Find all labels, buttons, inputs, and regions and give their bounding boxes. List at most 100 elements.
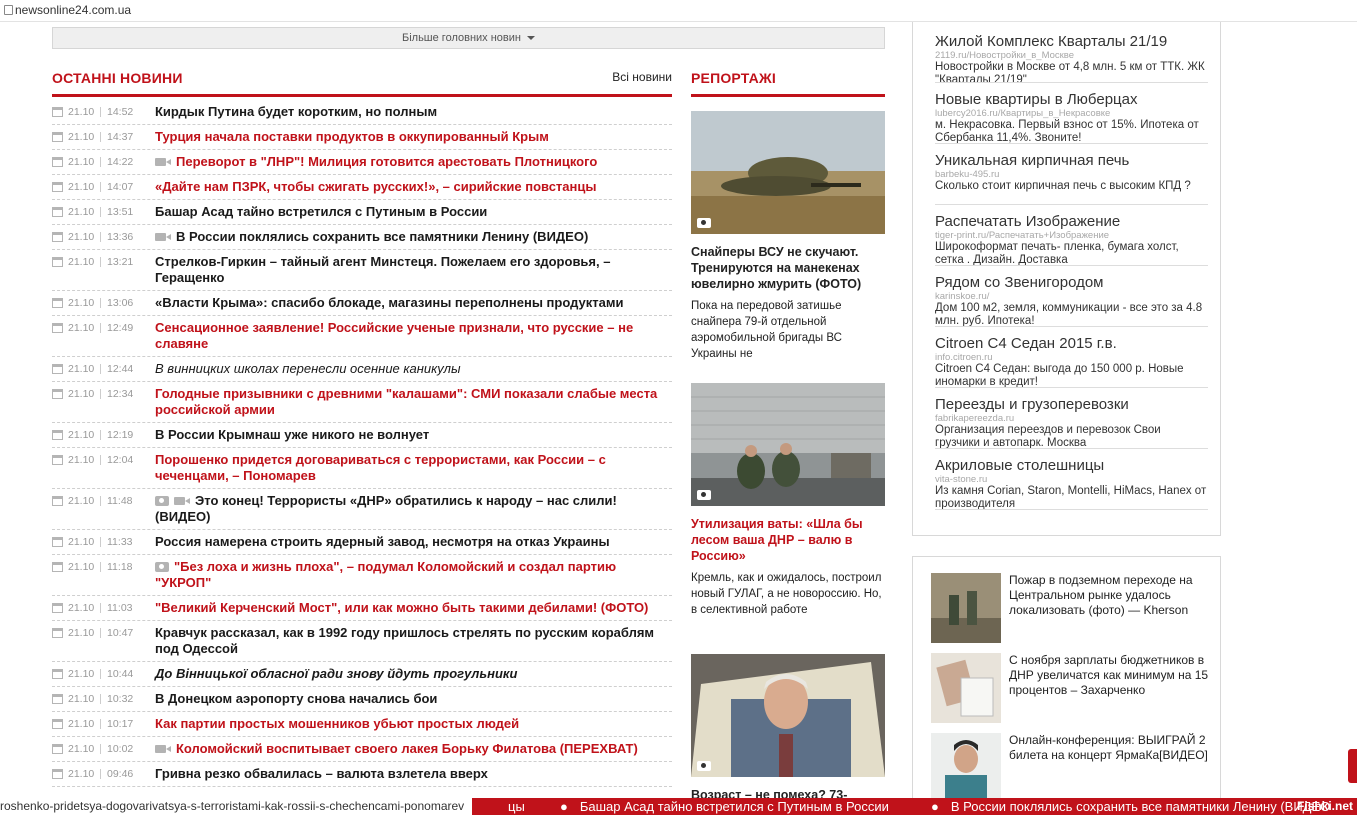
news-title-link[interactable]: Коломойский воспитывает своего лакея Бор… (155, 741, 672, 757)
news-title-link[interactable]: Переворот в "ЛНР"! Милиция готовится аре… (155, 154, 672, 170)
report-title[interactable]: Снайперы ВСУ не скучают. Тренируются на … (691, 244, 885, 292)
news-meta: 21.10 13:21 (52, 254, 155, 268)
news-title-text: Турция начала поставки продуктов в оккуп… (155, 129, 549, 144)
report-card[interactable]: Утилизация ваты: «Шла бы лесом ваша ДНР … (691, 383, 885, 618)
news-title-link[interactable]: Кирдык Путина будет коротким, но полным (155, 104, 672, 120)
news-row[interactable]: 21.10 12:44 В винницких школах перенесли о… (52, 357, 672, 382)
ad-item[interactable]: Жилой Комплекс Кварталы 21/19 2119.ru/Нов… (935, 22, 1208, 83)
news-title-link[interactable]: Как партии простых мошенников убьют прос… (155, 716, 672, 732)
news-row[interactable]: 21.10 14:37 Турция начала поставки продукт… (52, 125, 672, 150)
news-row[interactable]: 21.10 12:04 Порошенко придется договариват… (52, 448, 672, 489)
news-title-link[interactable]: Россия намерена строить ядерный завод, н… (155, 534, 672, 550)
ad-url[interactable]: tiger-print.ru/Распечатать+Изображение (935, 230, 1208, 241)
news-row[interactable]: 21.10 10:44 До Вінницької обласної ради зн… (52, 662, 672, 687)
related-title[interactable]: Онлайн-конференция: ВЫИГРАЙ 2 билета на … (1009, 733, 1211, 803)
related-thumbnail[interactable] (931, 733, 1001, 803)
news-time: 10:17 (107, 718, 134, 730)
related-item[interactable]: С ноября зарплаты бюджетников в ДНР увел… (931, 653, 1211, 723)
news-row[interactable]: 21.10 13:06 «Власти Крыма»: спасибо блокад… (52, 291, 672, 316)
news-title-link[interactable]: Сенсационное заявление! Российские учены… (155, 320, 672, 352)
news-title-link[interactable]: "Без лоха и жизнь плоха", – подумал Коло… (155, 559, 672, 591)
related-title[interactable]: Пожар в подземном переходе на Центрально… (1009, 573, 1211, 643)
report-photo-basement[interactable] (691, 383, 885, 506)
news-title-link[interactable]: Это конец! Террористы «ДНР» обратились к… (155, 493, 672, 525)
news-title-link[interactable]: В России поклялись сохранить все памятни… (155, 229, 672, 245)
ad-url[interactable]: info.citroen.ru (935, 352, 1208, 363)
ad-item[interactable]: Акриловые столешницы vita-stone.ru Из камн… (935, 449, 1208, 510)
news-title-link[interactable]: В России Крымнаш уже никого не волнует (155, 427, 672, 443)
report-title[interactable]: Утилизация ваты: «Шла бы лесом ваша ДНР … (691, 516, 885, 564)
side-tab[interactable] (1348, 749, 1357, 783)
ad-url[interactable]: barbeku-495.ru (935, 169, 1208, 180)
news-row[interactable]: 21.10 11:48 Это конец! Террористы «ДНР» об… (52, 489, 672, 530)
ad-url[interactable]: 2119.ru/Новостройки_в_Москве (935, 50, 1208, 61)
ticker-item[interactable]: цы (508, 798, 525, 815)
news-title-link[interactable]: «Власти Крыма»: спасибо блокаде, магазин… (155, 295, 672, 311)
news-row[interactable]: 21.10 11:33 Россия намерена строить ядерны… (52, 530, 672, 555)
related-item[interactable]: Онлайн-конференция: ВЫИГРАЙ 2 билета на … (931, 733, 1211, 803)
news-title-link[interactable]: Голодные призывники с древними "калашами… (155, 386, 672, 418)
news-row[interactable]: 21.10 14:07 «Дайте нам ПЗРК, чтобы сжигать… (52, 175, 672, 200)
ad-url[interactable]: lubercy2016.ru/Квартиры_в_Некрасовке (935, 108, 1208, 119)
news-ticker[interactable]: цы ● Башар Асад тайно встретился с Путины… (0, 798, 1357, 815)
news-title-link[interactable]: Порошенко придется договариваться с терр… (155, 452, 672, 484)
news-title-link[interactable]: Башар Асад тайно встретился с Путиным в … (155, 204, 672, 220)
news-row[interactable]: 21.10 11:03 "Великий Керченский Мост", или… (52, 596, 672, 621)
news-row[interactable]: 21.10 10:02 Коломойский воспитывает своего… (52, 737, 672, 762)
ad-item[interactable]: Уникальная кирпичная печь barbeku-495.ru С… (935, 144, 1208, 205)
address-bar[interactable]: newsonline24.com.ua (0, 0, 1357, 22)
ad-item[interactable]: Переезды и грузоперевозки fabrikapereezda… (935, 388, 1208, 449)
all-news-link[interactable]: Всі новини (600, 70, 672, 84)
ad-url[interactable]: vita-stone.ru (935, 474, 1208, 485)
ad-item[interactable]: Citroen C4 Седан 2015 г.в. info.citroen.r… (935, 327, 1208, 388)
news-title-link[interactable]: Гривна резко обвалилась – валюта взлетел… (155, 766, 672, 782)
ticker-item[interactable]: ● Башар Асад тайно встретился с Путиным в… (560, 798, 889, 815)
news-row[interactable]: 21.10 11:18 "Без лоха и жизнь плоха", – по… (52, 555, 672, 596)
news-row[interactable]: 21.10 13:36 В России поклялись сохранить в… (52, 225, 672, 250)
news-row[interactable]: 21.10 09:46 Гривна резко обвалилась – валю… (52, 762, 672, 787)
news-row[interactable]: 21.10 12:19 В России Крымнаш уже никого не… (52, 423, 672, 448)
news-row[interactable]: 21.10 13:51 Башар Асад тайно встретился с … (52, 200, 672, 225)
report-card[interactable]: Снайперы ВСУ не скучают. Тренируются на … (691, 111, 885, 362)
news-title-link[interactable]: В Донецком аэропорту снова начались бои (155, 691, 672, 707)
news-date: 21.10 (68, 106, 95, 118)
news-title-link[interactable]: "Великий Керченский Мост", или как можно… (155, 600, 672, 616)
news-title-link[interactable]: Стрелков-Гиркин – тайный агент Минстеця.… (155, 254, 672, 286)
ad-url[interactable]: karinskoe.ru/ (935, 291, 1208, 302)
ad-title[interactable]: Рядом со Звенигородом (935, 274, 1208, 291)
ticker-item[interactable]: ● В России поклялись сохранить все памятн… (931, 798, 1330, 815)
news-row[interactable]: 21.10 12:49 Сенсационное заявление! Россий… (52, 316, 672, 357)
news-row[interactable]: 21.10 10:32 В Донецком аэропорту снова нач… (52, 687, 672, 712)
news-title-link[interactable]: До Вінницької обласної ради знову йдуть … (155, 666, 672, 682)
ad-title[interactable]: Жилой Комплекс Кварталы 21/19 (935, 33, 1208, 50)
ad-title[interactable]: Уникальная кирпичная печь (935, 152, 1208, 169)
news-title-link[interactable]: «Дайте нам ПЗРК, чтобы сжигать русских!»… (155, 179, 672, 195)
news-row[interactable]: 21.10 10:47 Кравчук рассказал, как в 1992 … (52, 621, 672, 662)
news-row[interactable]: 21.10 13:21 Стрелков-Гиркин – тайный агент… (52, 250, 672, 291)
report-photo-snipers[interactable] (691, 111, 885, 234)
news-row[interactable]: 21.10 14:52 Кирдык Путина будет коротким, … (52, 100, 672, 125)
news-row[interactable]: 21.10 14:22 Переворот в "ЛНР"! Милиция гот… (52, 150, 672, 175)
report-photo-portrait[interactable] (691, 654, 885, 777)
ad-title[interactable]: Новые квартиры в Люберцах (935, 91, 1208, 108)
ad-item[interactable]: Рядом со Звенигородом karinskoe.ru/Дом 10… (935, 266, 1208, 327)
ad-item[interactable]: Распечатать Изображение tiger-print.ru/Ра… (935, 205, 1208, 266)
news-row[interactable]: 21.10 12:34 Голодные призывники с древними… (52, 382, 672, 423)
ad-title[interactable]: Акриловые столешницы (935, 457, 1208, 474)
news-title-link[interactable]: Кравчук рассказал, как в 1992 году пришл… (155, 625, 672, 657)
news-title-link[interactable]: В винницких школах перенесли осенние кан… (155, 361, 672, 377)
related-title[interactable]: С ноября зарплаты бюджетников в ДНР увел… (1009, 653, 1211, 723)
report-card[interactable]: Возраст – не помеха? 73- (691, 654, 885, 803)
ad-title[interactable]: Переезды и грузоперевозки (935, 396, 1208, 413)
ad-item[interactable]: Новые квартиры в Люберцах lubercy2016.ru/… (935, 83, 1208, 144)
ad-title[interactable]: Citroen C4 Седан 2015 г.в. (935, 335, 1208, 352)
ad-url[interactable]: fabrikapereezda.ru (935, 413, 1208, 424)
related-item[interactable]: Пожар в подземном переходе на Центрально… (931, 573, 1211, 643)
news-title-link[interactable]: Турция начала поставки продуктов в оккуп… (155, 129, 672, 145)
news-row[interactable]: 21.10 10:17 Как партии простых мошенников … (52, 712, 672, 737)
more-headlines-button[interactable]: Більше головних новин (52, 27, 885, 49)
ad-title[interactable]: Распечатать Изображение (935, 213, 1208, 230)
related-thumbnail[interactable] (931, 653, 1001, 723)
related-thumbnail[interactable] (931, 573, 1001, 643)
news-time: 11:33 (107, 536, 133, 548)
